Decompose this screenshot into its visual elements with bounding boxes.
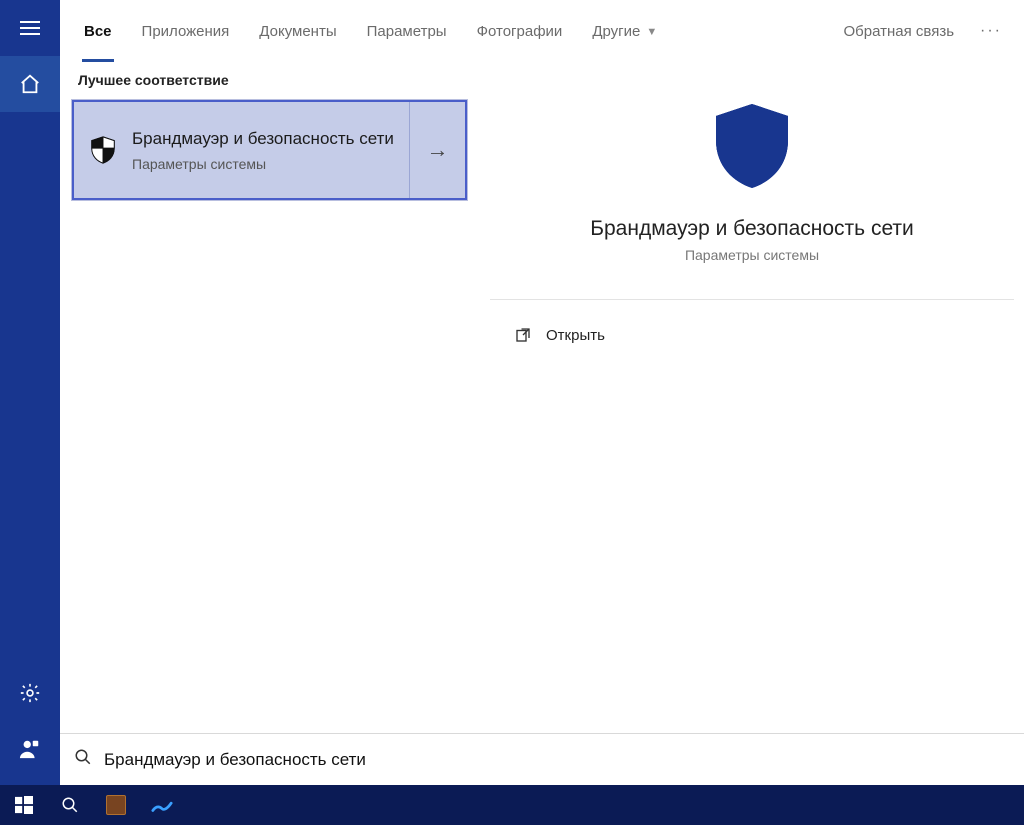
tab-settings[interactable]: Параметры: [357, 0, 457, 62]
home-button[interactable]: [0, 56, 60, 112]
shield-icon: [74, 135, 132, 165]
results-pane: Лучшее соответствие: [60, 62, 480, 733]
open-icon: [514, 326, 532, 344]
gear-icon: [19, 682, 41, 704]
windows-icon: [15, 796, 33, 814]
result-subtitle: Параметры системы: [132, 156, 399, 172]
main-area: Лучшее соответствие: [60, 62, 1024, 733]
search-icon: [74, 748, 92, 771]
search-icon: [61, 796, 79, 814]
search-window: Все Приложения Документы Параметры Фотог…: [60, 0, 1024, 785]
settings-button[interactable]: [0, 665, 60, 721]
tab-documents[interactable]: Документы: [249, 0, 346, 62]
result-title: Брандмауэр и безопасность сети: [132, 128, 399, 150]
hamburger-icon: [20, 21, 40, 35]
start-left-bar: [0, 0, 60, 785]
result-expand-button[interactable]: →: [409, 102, 465, 198]
person-icon: [19, 738, 41, 760]
taskbar-search-button[interactable]: [48, 785, 92, 825]
taskbar-app-1[interactable]: [94, 785, 138, 825]
preview-card: Брандмауэр и безопасность сети Параметры…: [490, 68, 1014, 300]
expand-menu-button[interactable]: [0, 0, 60, 56]
account-button[interactable]: [0, 721, 60, 777]
arrow-right-icon: →: [427, 137, 449, 163]
search-bar: [60, 733, 1024, 785]
shield-icon: [510, 98, 994, 199]
taskbar-app-2[interactable]: [140, 785, 184, 825]
taskbar: [0, 785, 1024, 825]
preview-pane: Брандмауэр и безопасность сети Параметры…: [490, 68, 1014, 719]
tab-apps[interactable]: Приложения: [132, 0, 240, 62]
tab-all[interactable]: Все: [74, 0, 122, 62]
search-input[interactable]: [104, 746, 1010, 774]
tab-photos[interactable]: Фотографии: [467, 0, 573, 62]
preview-subtitle: Параметры системы: [510, 247, 994, 263]
result-item-firewall[interactable]: Брандмауэр и безопасность сети Параметры…: [72, 100, 467, 200]
tab-more-label: Другие: [592, 23, 640, 40]
best-match-label: Лучшее соответствие: [60, 62, 479, 100]
more-options-button[interactable]: ···: [972, 22, 1010, 40]
app-icon: [106, 795, 126, 815]
open-action[interactable]: Открыть: [502, 318, 1002, 352]
preview-actions: Открыть: [490, 300, 1014, 370]
start-button[interactable]: [2, 785, 46, 825]
chevron-down-icon: ▼: [646, 26, 657, 38]
preview-title: Брандмауэр и безопасность сети: [510, 217, 994, 241]
feedback-link[interactable]: Обратная связь: [836, 23, 963, 40]
tab-more[interactable]: Другие ▼: [582, 0, 667, 62]
open-label: Открыть: [546, 327, 605, 344]
home-icon: [19, 73, 41, 95]
app-icon: [151, 794, 173, 816]
filter-tabs: Все Приложения Документы Параметры Фотог…: [60, 0, 1024, 62]
